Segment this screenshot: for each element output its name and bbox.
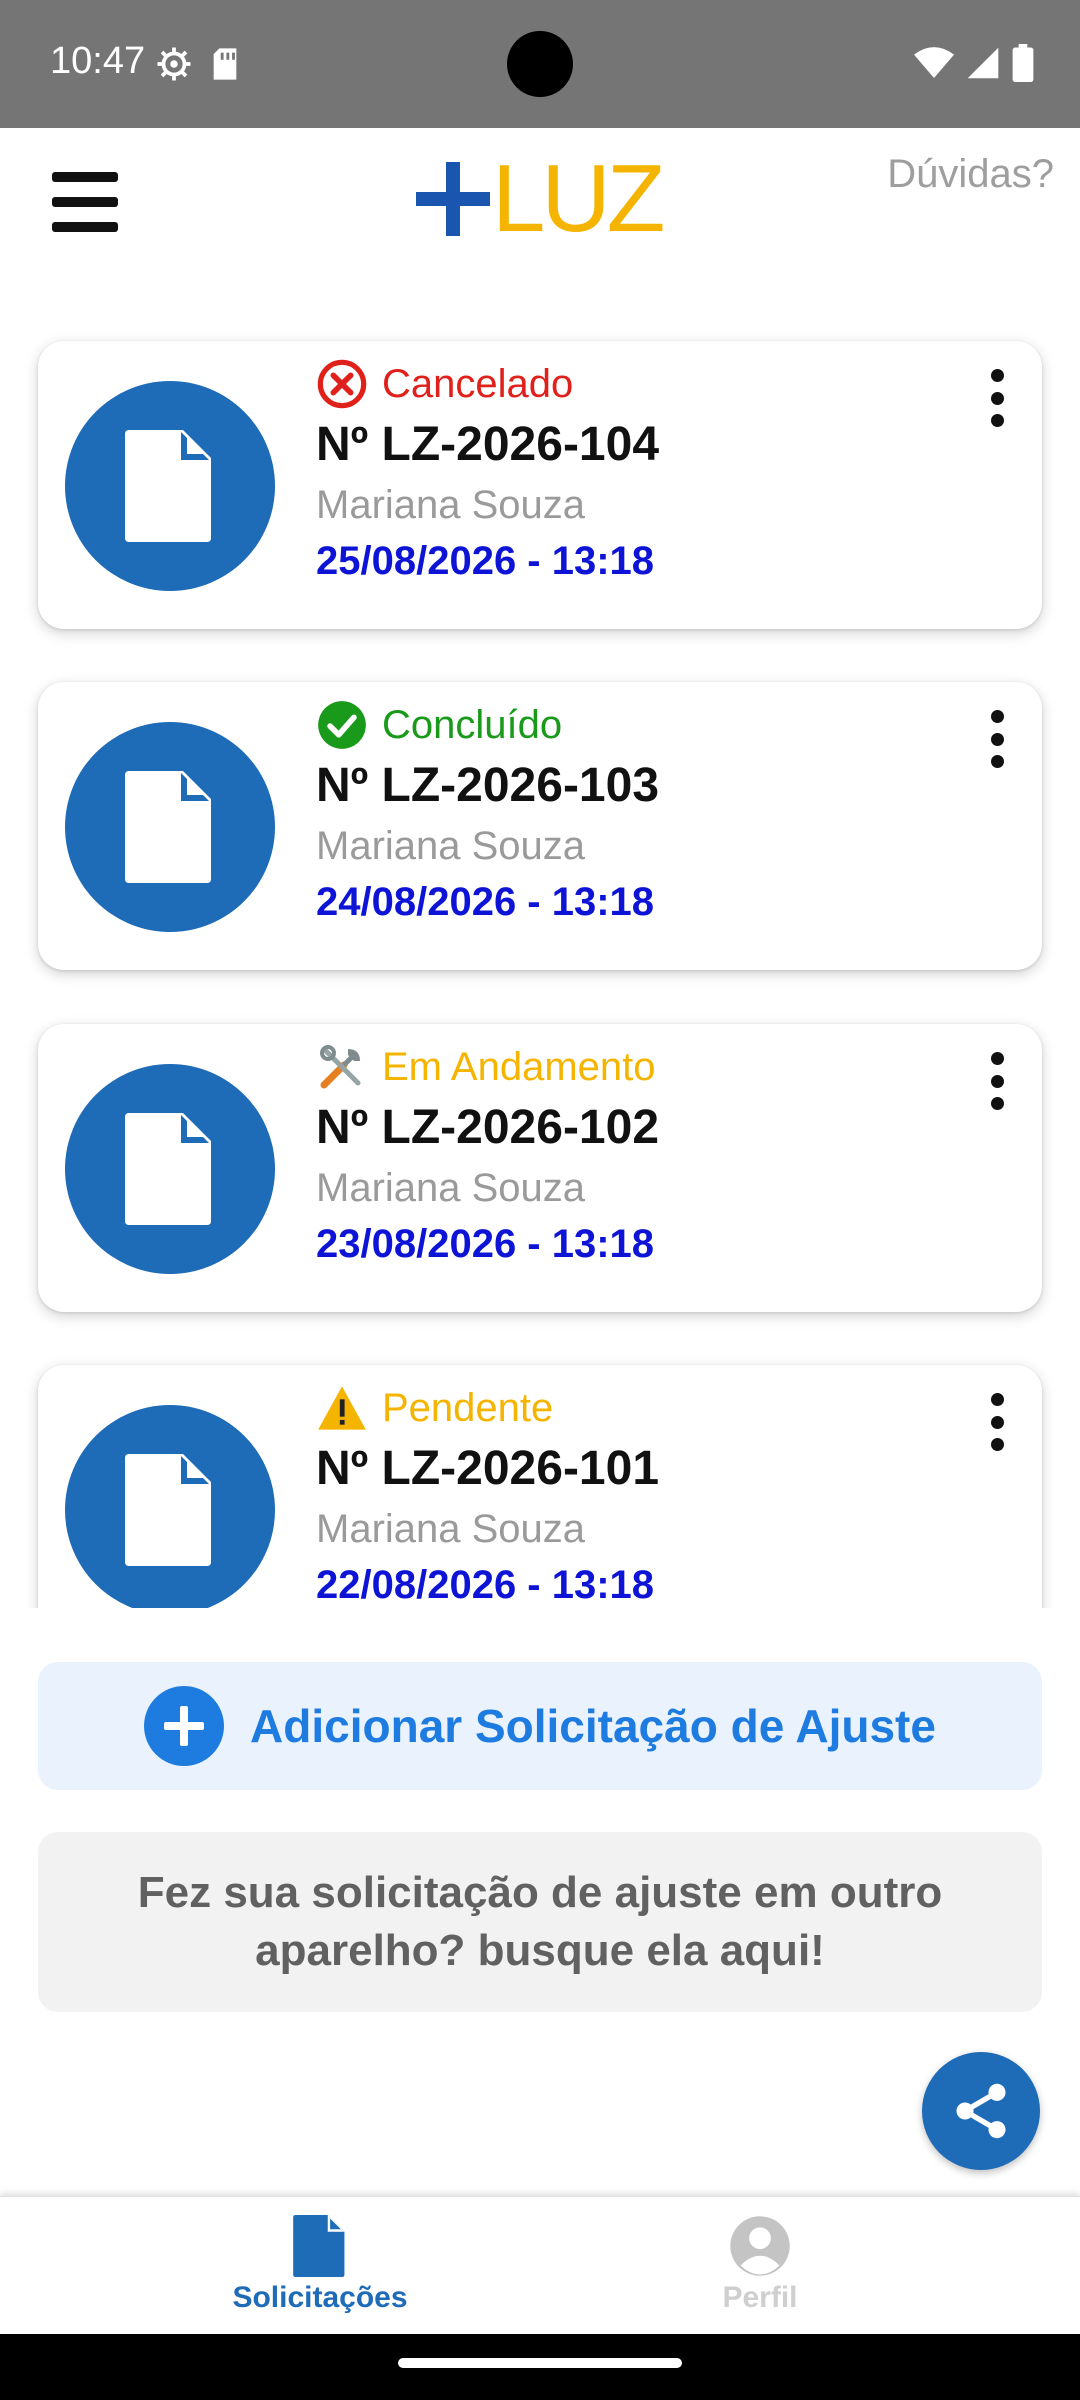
request-date: 22/08/2026 - 13:18 [316, 1563, 655, 1607]
request-number: Nº LZ-2026-102 [316, 1101, 660, 1154]
logo-plus-mark [416, 162, 490, 236]
share-icon [956, 2083, 1006, 2139]
request-number: Nº LZ-2026-103 [316, 759, 660, 812]
document-avatar [65, 381, 275, 591]
cancel-circle-icon [316, 358, 368, 410]
status-label: Em Andamento [382, 1044, 656, 1089]
app-header: LUZ Dúvidas? [0, 128, 1080, 278]
status-time: 10:47 [50, 40, 146, 82]
document-icon [125, 430, 211, 542]
more-options-icon[interactable] [990, 710, 1004, 768]
share-button[interactable] [922, 2052, 1040, 2170]
more-options-icon[interactable] [990, 1052, 1004, 1110]
document-icon [125, 771, 211, 883]
request-date: 24/08/2026 - 13:18 [316, 880, 655, 924]
requester-name: Mariana Souza [316, 1166, 586, 1210]
request-list[interactable]: Cancelado Nº LZ-2026-104 Mariana Souza 2… [0, 278, 1080, 1608]
more-options-icon[interactable] [990, 1393, 1004, 1451]
request-card[interactable]: Concluído Nº LZ-2026-103 Mariana Souza 2… [38, 682, 1042, 970]
add-request-button[interactable]: Adicionar Solicitação de Ajuste [38, 1662, 1042, 1790]
document-avatar [65, 722, 275, 932]
nav-item-profile[interactable]: Perfil [610, 2215, 910, 2315]
warning-icon [316, 1382, 368, 1434]
help-link[interactable]: Dúvidas? [887, 152, 1054, 197]
signal-icon [966, 46, 1000, 85]
status-bar: 10:47 [0, 0, 1080, 128]
find-request-other-device-button[interactable]: Fez sua solicitação de ajuste em outro a… [38, 1832, 1042, 2012]
document-avatar [65, 1405, 275, 1608]
document-icon [125, 1113, 211, 1225]
bottom-navigation: Solicitações Perfil [0, 2196, 1080, 2334]
home-gesture-handle[interactable] [398, 2358, 682, 2368]
plus-circle-icon [144, 1686, 225, 1766]
hamburger-menu-icon[interactable] [52, 172, 118, 232]
check-circle-icon [316, 699, 368, 751]
tools-icon [316, 1041, 368, 1093]
status-label: Cancelado [382, 361, 574, 406]
settings-icon [156, 46, 192, 87]
request-date: 25/08/2026 - 13:18 [316, 539, 655, 583]
request-number: Nº LZ-2026-104 [316, 418, 660, 471]
find-request-label: Fez sua solicitação de ajuste em outro a… [137, 1868, 943, 1975]
requester-name: Mariana Souza [316, 483, 586, 527]
profile-icon [730, 2216, 790, 2276]
status-label: Pendente [382, 1385, 554, 1430]
request-card[interactable]: Pendente Nº LZ-2026-101 Mariana Souza 22… [38, 1365, 1042, 1608]
requester-name: Mariana Souza [316, 824, 586, 868]
wifi-icon [914, 46, 954, 85]
status-label: Concluído [382, 702, 563, 747]
nav-item-label: Solicitações [232, 2281, 408, 2314]
battery-icon [1012, 44, 1034, 87]
camera-cutout [507, 31, 573, 97]
nav-item-requests[interactable]: Solicitações [170, 2215, 470, 2315]
document-icon [293, 2215, 345, 2277]
request-number: Nº LZ-2026-101 [316, 1442, 660, 1495]
logo-text: LUZ [492, 145, 665, 252]
nav-item-label: Perfil [722, 2281, 798, 2314]
requester-name: Mariana Souza [316, 1507, 586, 1551]
request-card[interactable]: Em Andamento Nº LZ-2026-102 Mariana Souz… [38, 1024, 1042, 1312]
request-date: 23/08/2026 - 13:18 [316, 1222, 655, 1266]
app-logo: LUZ [416, 144, 665, 254]
more-options-icon[interactable] [990, 369, 1004, 427]
document-avatar [65, 1064, 275, 1274]
system-gesture-bar [0, 2334, 1080, 2400]
request-card[interactable]: Cancelado Nº LZ-2026-104 Mariana Souza 2… [38, 341, 1042, 629]
add-request-label: Adicionar Solicitação de Ajuste [250, 1700, 936, 1752]
sd-card-icon [210, 47, 240, 86]
document-icon [125, 1454, 211, 1566]
